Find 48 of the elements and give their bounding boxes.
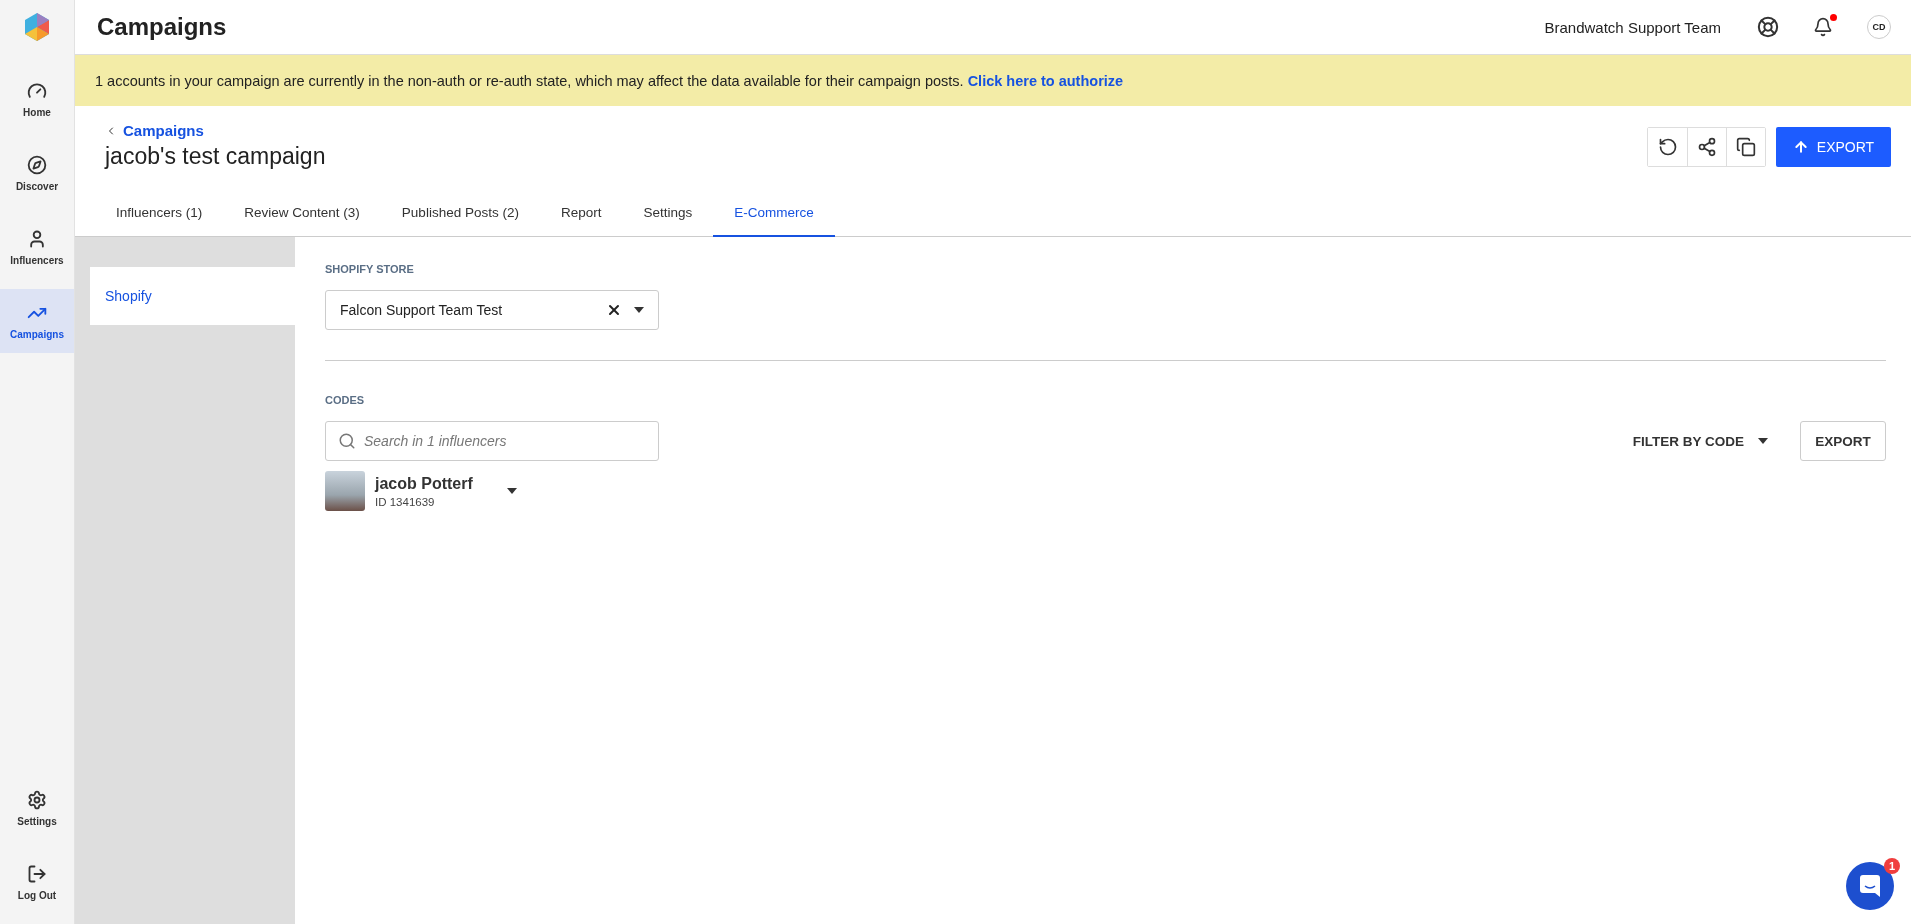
banner-message: 1 accounts in your campaign are currently in the non-auth or re-auth state, which may affect the data available for their campaign posts. Click here to authorize	[95, 72, 1124, 89]
caret-icon	[1758, 438, 1768, 444]
settings-icon	[27, 790, 47, 810]
export-button[interactable]: EXPORT	[1800, 421, 1886, 461]
influencer-name: jacob Potterf	[375, 474, 473, 493]
influencer-id: ID 1341639	[375, 495, 436, 508]
export-button[interactable]: EXPORT	[1776, 127, 1891, 167]
section-label: CODES	[325, 394, 366, 406]
caret-icon	[506, 488, 517, 494]
rotate-icon	[1657, 137, 1678, 157]
gauge-icon	[27, 81, 47, 101]
nav-item[interactable]: Log Out	[0, 850, 74, 914]
tab[interactable]: Report	[539, 190, 623, 237]
share-icon	[1697, 137, 1717, 157]
nav-item[interactable]: Discover	[0, 141, 74, 205]
search-icon	[338, 432, 356, 450]
tab[interactable]: Influencers (1)	[95, 190, 224, 237]
filter-dropdown[interactable]: FILTER BY CODE	[1626, 432, 1774, 450]
team-name: Brandwatch Support Team	[1544, 18, 1721, 36]
section-label: SHOPIFY STORE	[325, 263, 415, 275]
logout-icon	[27, 864, 47, 884]
search-field[interactable]: Search in 1 influencers	[325, 421, 659, 461]
tab[interactable]: E-Commerce	[713, 190, 835, 237]
unread-badge: 1	[1884, 858, 1900, 874]
chat-button[interactable]	[1846, 862, 1894, 910]
nav-item[interactable]: Home	[0, 67, 74, 131]
side-menu-item[interactable]: Shopify	[90, 267, 295, 325]
authorize-link[interactable]: Click here to authorize	[967, 72, 1124, 89]
nav-item[interactable]: Influencers	[0, 215, 74, 279]
person-icon	[27, 229, 47, 249]
tab[interactable]: Settings	[622, 190, 714, 237]
breadcrumb-link[interactable]: Campaigns	[105, 122, 204, 139]
page-title: Campaigns	[97, 13, 228, 41]
chat-icon	[1860, 875, 1880, 897]
nav-item[interactable]: Settings	[0, 776, 74, 840]
copy-icon	[1736, 137, 1756, 157]
caret-icon	[634, 307, 644, 313]
duplicate-button[interactable]	[1726, 128, 1765, 166]
nav-item[interactable]: Campaigns	[0, 289, 74, 353]
store-select[interactable]: Falcon Support Team Test	[325, 290, 659, 330]
tab[interactable]: Review Content (3)	[223, 190, 381, 237]
campaign-title: jacob's test campaign	[105, 143, 327, 170]
logo-icon	[24, 13, 50, 41]
clear-icon[interactable]	[606, 302, 622, 318]
tab[interactable]: Published Posts (2)	[380, 190, 540, 237]
compass-icon	[27, 155, 47, 175]
help-icon[interactable]	[1757, 16, 1779, 38]
photo-placeholder	[325, 471, 365, 511]
